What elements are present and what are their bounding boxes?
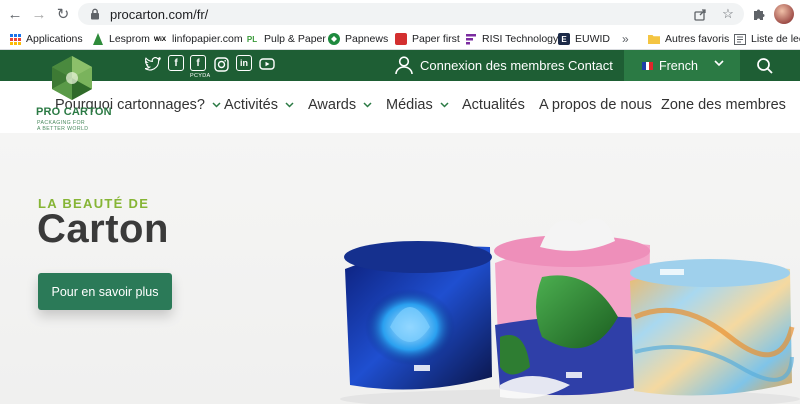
risi-icon [465,33,477,45]
share-icon[interactable] [692,5,708,23]
bookmark-label: Applications [26,33,83,45]
bookmark-label: RISI Technology [482,33,559,45]
hero-section: LA BEAUTÉ DE Carton Pour en savoir plus [0,133,800,404]
chevron-down-icon [363,100,372,111]
nav-item-label: Médias [386,97,433,113]
address-bar[interactable]: procarton.com/fr/ ☆ [78,3,744,25]
chevron-down-icon [714,59,724,70]
member-login-link[interactable]: Connexion des membres [420,58,565,73]
lock-icon [88,7,102,21]
hero-tissue-boxes-image [340,218,800,404]
back-icon[interactable]: ← [4,3,26,25]
nav-item-medias[interactable]: Médias [386,97,449,113]
nav-item-activites[interactable]: Activités [224,97,294,113]
bookmark-reading-list[interactable]: Liste de lecture [734,31,800,47]
bookmark-star-icon[interactable]: ☆ [720,5,736,23]
chevron-down-icon [285,100,294,111]
reading-list-icon [734,33,746,45]
search-icon[interactable] [756,57,774,75]
nav-item-actualites[interactable]: Actualités [462,97,525,113]
bookmark-label: Paper first [412,33,460,45]
bookmark-applications[interactable]: Applications [9,31,83,47]
user-icon[interactable] [394,55,414,75]
bookmark-label: Papnews [345,33,389,45]
folder-icon [648,33,660,45]
bookmark-autres-favoris[interactable]: Autres favoris [648,31,729,47]
nav-item-a-propos[interactable]: A propos de nous [539,97,652,113]
bookmark-label: Pulp & Paper [264,33,326,45]
bookmarks-bar: Applications Lesprom WiX linfopapier.com… [0,28,800,50]
nav-item-label: Awards [308,97,357,113]
logo-hexagon-icon [52,56,92,100]
bookmarks-overflow[interactable]: » [622,31,629,47]
youtube-icon[interactable] [258,55,276,73]
euwid-icon: E [558,33,570,45]
profile-avatar[interactable] [774,4,794,24]
nav-item-label: A propos de nous [539,97,652,113]
nav-item-awards[interactable]: Awards [308,97,372,113]
nav-item-label: Actualités [462,97,525,113]
bookmark-pulp-paper[interactable]: PL Pulp & Paper [245,31,326,47]
learn-more-button[interactable]: Pour en savoir plus [38,273,172,310]
bookmark-euwid[interactable]: E EUWID [558,31,610,47]
chevron-down-icon [212,100,221,111]
language-label: French [659,58,698,73]
bookmark-label: Lesprom [109,33,150,45]
linkedin-icon[interactable]: in [236,55,252,71]
twitter-icon[interactable] [144,55,162,73]
nav-item-label: Zone des membres [661,97,786,113]
hero-title: Carton [37,207,169,251]
wix-icon: WiX [153,35,167,43]
bookmark-label: EUWID [575,33,610,45]
papnews-icon [328,33,340,45]
logo-tagline-line2: A BETTER WORLD [37,126,89,132]
bookmark-paper-first[interactable]: Paper first [395,31,460,47]
main-navigation: Pourquoi cartonnages? Activités Awards M… [0,81,800,133]
site-topbar: f f in PCYDA Connexion des membres Conta… [0,50,800,81]
extensions-puzzle-icon[interactable] [750,5,768,23]
instagram-icon[interactable] [212,55,230,73]
french-flag-icon [642,61,654,70]
url-text: procarton.com/fr/ [110,6,209,22]
lesprom-icon [92,33,104,45]
nav-item-label: Activités [224,97,278,113]
pulp-paper-icon: PL [246,34,258,44]
pro-carton-logo[interactable]: PRO CARTON PACKAGING FOR A BETTER WORLD [36,54,112,136]
social-links: f f in [144,55,276,73]
chevron-down-icon [440,100,449,111]
facebook-pcyda-icon[interactable]: f [190,55,206,71]
logo-tagline: PACKAGING FOR A BETTER WORLD [37,120,88,132]
bookmark-lesprom[interactable]: Lesprom [92,31,150,47]
logo-wordmark: PRO CARTON [36,106,112,118]
browser-toolbar: ← → ↻ procarton.com/fr/ ☆ [0,0,800,28]
bookmark-label: Autres favoris [665,33,730,45]
forward-icon[interactable]: → [28,3,50,25]
nav-item-zone-membres[interactable]: Zone des membres [661,97,786,113]
reload-icon[interactable]: ↻ [52,3,74,25]
pcyda-caption: PCYDA [190,73,211,79]
language-selector[interactable]: French [624,50,740,81]
bookmark-label: Liste de lecture [751,33,800,45]
facebook-icon[interactable]: f [168,55,184,71]
bookmark-linfopapier[interactable]: WiX linfopapier.com [153,31,243,47]
bookmark-papnews[interactable]: Papnews [328,31,388,47]
bookmark-risi[interactable]: RISI Technology [465,31,558,47]
apps-grid-icon [9,33,21,45]
paper-first-icon [395,33,407,45]
contact-link[interactable]: Contact [568,58,613,73]
bookmark-label: linfopapier.com [172,33,243,45]
